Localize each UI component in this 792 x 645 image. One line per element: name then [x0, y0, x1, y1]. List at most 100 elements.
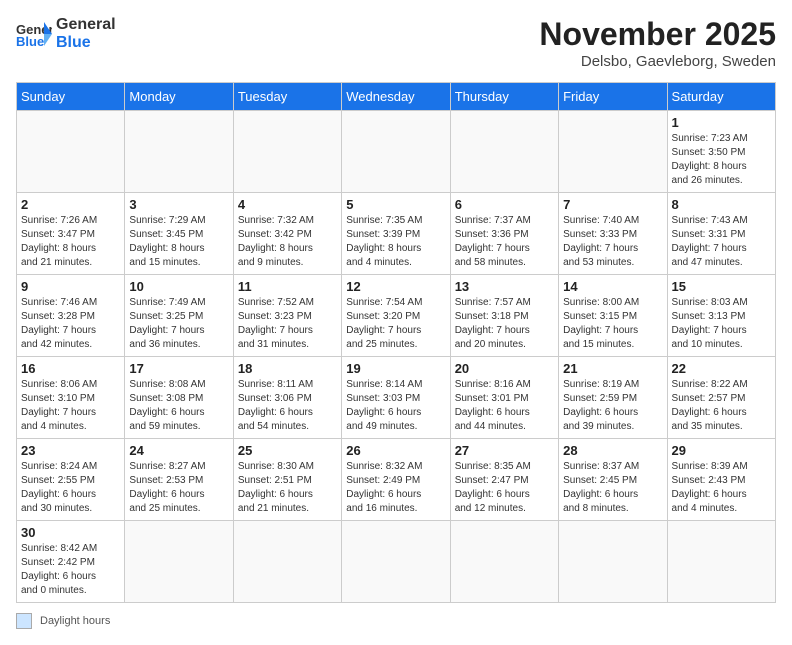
day-number: 22: [672, 361, 771, 376]
calendar-cell: 27 Sunrise: 8:35 AM Sunset: 2:47 PM Dayli…: [450, 439, 558, 521]
calendar-cell: [450, 111, 558, 193]
calendar-cell: 30Sunrise: 8:42 AM Sunset: 2:42 PM Dayli…: [17, 521, 125, 603]
day-header-tuesday: Tuesday: [233, 83, 341, 111]
day-number: 6: [455, 197, 554, 212]
day-info: Sunrise: 8:03 AM Sunset: 3:13 PM Dayligh…: [672, 296, 771, 352]
day-info: Sunrise: 8:11 AM Sunset: 3:06 PM Dayligh…: [238, 378, 337, 434]
day-number: 25: [238, 443, 337, 458]
day-info: Sunrise: 7:35 AM Sunset: 3:39 PM Dayligh…: [346, 214, 445, 270]
calendar-cell: [17, 111, 125, 193]
day-number: 3: [129, 197, 228, 212]
day-header-monday: Monday: [125, 83, 233, 111]
day-info: Sunrise: 8:32 AM Sunset: 2:49 PM Dayligh…: [346, 460, 445, 516]
day-number: 13: [455, 279, 554, 294]
calendar-cell: 20 Sunrise: 8:16 AM Sunset: 3:01 PM Dayli…: [450, 357, 558, 439]
day-number: 29: [672, 443, 771, 458]
day-number: 9: [21, 279, 120, 294]
day-info: Sunrise: 8:16 AM Sunset: 3:01 PM Dayligh…: [455, 378, 554, 434]
calendar-cell: 9 Sunrise: 7:46 AM Sunset: 3:28 PM Daylig…: [17, 275, 125, 357]
day-info: Sunrise: 8:06 AM Sunset: 3:10 PM Dayligh…: [21, 378, 120, 434]
day-number: 14: [563, 279, 662, 294]
day-info: Sunrise: 7:32 AM Sunset: 3:42 PM Dayligh…: [238, 214, 337, 270]
calendar-week-5: 23 Sunrise: 8:24 AM Sunset: 2:55 PM Dayli…: [17, 439, 776, 521]
calendar-week-2: 2 Sunrise: 7:26 AM Sunset: 3:47 PM Daylig…: [17, 193, 776, 275]
day-number: 23: [21, 443, 120, 458]
day-header-wednesday: Wednesday: [342, 83, 450, 111]
calendar-cell: 21Sunrise: 8:19 AM Sunset: 2:59 PM Dayli…: [559, 357, 667, 439]
calendar-cell: 28Sunrise: 8:37 AM Sunset: 2:45 PM Dayli…: [559, 439, 667, 521]
day-number: 11: [238, 279, 337, 294]
day-number: 16: [21, 361, 120, 376]
day-number: 17: [129, 361, 228, 376]
calendar-table: SundayMondayTuesdayWednesdayThursdayFrid…: [16, 82, 776, 603]
calendar-cell: [667, 521, 775, 603]
calendar-cell: 24 Sunrise: 8:27 AM Sunset: 2:53 PM Dayli…: [125, 439, 233, 521]
logo-icon: General Blue: [16, 20, 52, 48]
day-info: Sunrise: 7:52 AM Sunset: 3:23 PM Dayligh…: [238, 296, 337, 352]
calendar-cell: 12 Sunrise: 7:54 AM Sunset: 3:20 PM Dayli…: [342, 275, 450, 357]
day-number: 12: [346, 279, 445, 294]
day-header-saturday: Saturday: [667, 83, 775, 111]
calendar-cell: 4Sunrise: 7:32 AM Sunset: 3:42 PM Daylig…: [233, 193, 341, 275]
day-number: 30: [21, 525, 120, 540]
day-info: Sunrise: 7:23 AM Sunset: 3:50 PM Dayligh…: [672, 132, 771, 188]
day-header-sunday: Sunday: [17, 83, 125, 111]
day-info: Sunrise: 7:49 AM Sunset: 3:25 PM Dayligh…: [129, 296, 228, 352]
day-number: 1: [672, 115, 771, 130]
calendar-cell: 13Sunrise: 7:57 AM Sunset: 3:18 PM Dayli…: [450, 275, 558, 357]
calendar-cell: 19Sunrise: 8:14 AM Sunset: 3:03 PM Dayli…: [342, 357, 450, 439]
calendar-cell: [125, 521, 233, 603]
svg-text:Blue: Blue: [16, 34, 44, 48]
calendar-cell: 8 Sunrise: 7:43 AM Sunset: 3:31 PM Daylig…: [667, 193, 775, 275]
day-number: 20: [455, 361, 554, 376]
calendar-cell: 6 Sunrise: 7:37 AM Sunset: 3:36 PM Daylig…: [450, 193, 558, 275]
day-info: Sunrise: 8:22 AM Sunset: 2:57 PM Dayligh…: [672, 378, 771, 434]
day-info: Sunrise: 7:37 AM Sunset: 3:36 PM Dayligh…: [455, 214, 554, 270]
calendar-cell: 7Sunrise: 7:40 AM Sunset: 3:33 PM Daylig…: [559, 193, 667, 275]
calendar-cell: 25Sunrise: 8:30 AM Sunset: 2:51 PM Dayli…: [233, 439, 341, 521]
day-number: 28: [563, 443, 662, 458]
day-info: Sunrise: 8:27 AM Sunset: 2:53 PM Dayligh…: [129, 460, 228, 516]
calendar-cell: [233, 521, 341, 603]
day-info: Sunrise: 8:24 AM Sunset: 2:55 PM Dayligh…: [21, 460, 120, 516]
calendar-cell: 15 Sunrise: 8:03 AM Sunset: 3:13 PM Dayli…: [667, 275, 775, 357]
day-number: 2: [21, 197, 120, 212]
day-info: Sunrise: 8:39 AM Sunset: 2:43 PM Dayligh…: [672, 460, 771, 516]
day-header-friday: Friday: [559, 83, 667, 111]
calendar-cell: 17 Sunrise: 8:08 AM Sunset: 3:08 PM Dayli…: [125, 357, 233, 439]
calendar-cell: 5 Sunrise: 7:35 AM Sunset: 3:39 PM Daylig…: [342, 193, 450, 275]
day-info: Sunrise: 7:46 AM Sunset: 3:28 PM Dayligh…: [21, 296, 120, 352]
day-number: 26: [346, 443, 445, 458]
day-number: 24: [129, 443, 228, 458]
calendar-cell: 10Sunrise: 7:49 AM Sunset: 3:25 PM Dayli…: [125, 275, 233, 357]
day-number: 27: [455, 443, 554, 458]
day-info: Sunrise: 7:26 AM Sunset: 3:47 PM Dayligh…: [21, 214, 120, 270]
header: General Blue General Blue November 2025 …: [16, 16, 776, 70]
calendar-cell: 3 Sunrise: 7:29 AM Sunset: 3:45 PM Daylig…: [125, 193, 233, 275]
calendar-week-3: 9 Sunrise: 7:46 AM Sunset: 3:28 PM Daylig…: [17, 275, 776, 357]
calendar-header-row: SundayMondayTuesdayWednesdayThursdayFrid…: [17, 83, 776, 111]
footer: Daylight hours: [16, 613, 776, 629]
day-info: Sunrise: 7:29 AM Sunset: 3:45 PM Dayligh…: [129, 214, 228, 270]
day-number: 7: [563, 197, 662, 212]
calendar-cell: [233, 111, 341, 193]
calendar-cell: [125, 111, 233, 193]
day-info: Sunrise: 8:08 AM Sunset: 3:08 PM Dayligh…: [129, 378, 228, 434]
calendar-cell: [342, 521, 450, 603]
day-number: 15: [672, 279, 771, 294]
day-info: Sunrise: 7:54 AM Sunset: 3:20 PM Dayligh…: [346, 296, 445, 352]
day-number: 21: [563, 361, 662, 376]
day-number: 5: [346, 197, 445, 212]
calendar-cell: 29 Sunrise: 8:39 AM Sunset: 2:43 PM Dayli…: [667, 439, 775, 521]
title-area: November 2025 Delsbo, Gaevleborg, Sweden: [539, 16, 776, 70]
day-info: Sunrise: 8:35 AM Sunset: 2:47 PM Dayligh…: [455, 460, 554, 516]
calendar-week-4: 16 Sunrise: 8:06 AM Sunset: 3:10 PM Dayli…: [17, 357, 776, 439]
calendar-cell: [559, 111, 667, 193]
logo-blue-text: Blue: [56, 34, 116, 52]
calendar-cell: 23 Sunrise: 8:24 AM Sunset: 2:55 PM Dayli…: [17, 439, 125, 521]
day-info: Sunrise: 7:43 AM Sunset: 3:31 PM Dayligh…: [672, 214, 771, 270]
month-title: November 2025: [539, 16, 776, 53]
day-number: 8: [672, 197, 771, 212]
calendar-cell: [450, 521, 558, 603]
logo-general-text: General: [56, 16, 116, 34]
